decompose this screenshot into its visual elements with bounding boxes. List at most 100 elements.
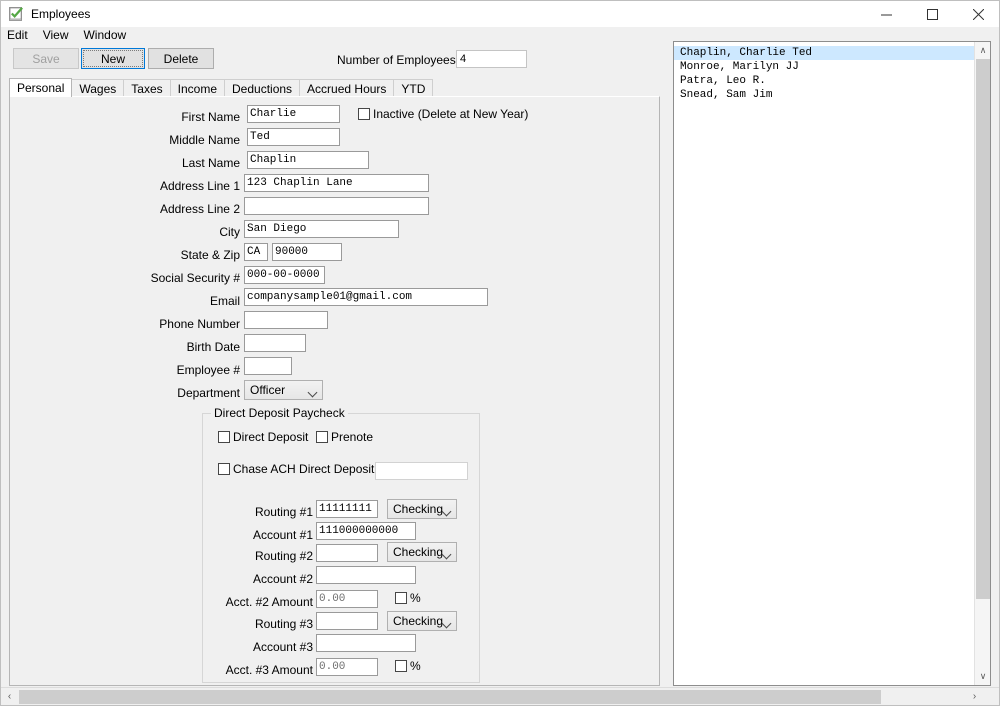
social-security-label: Social Security # [150, 271, 240, 285]
routing-1-label: Routing #1 [254, 505, 313, 519]
last-name-input[interactable]: Chaplin [247, 151, 369, 169]
birth-date-input[interactable] [244, 334, 306, 352]
prenote-checkbox[interactable]: Prenote [316, 430, 373, 444]
horizontal-scrollbar-thumb[interactable] [19, 690, 881, 704]
chase-ach-checkbox[interactable]: Chase ACH Direct Deposit [218, 462, 374, 476]
window-title: Employees [31, 7, 91, 21]
window-horizontal-scrollbar[interactable]: ‹ › [1, 687, 999, 705]
prenote-checkbox-box[interactable] [316, 431, 328, 443]
maximize-button[interactable] [909, 1, 955, 27]
direct-deposit-checkbox-box[interactable] [218, 431, 230, 443]
number-of-employees-input[interactable]: 4 [456, 50, 527, 68]
email-input[interactable]: companysample01@gmail.com [244, 288, 488, 306]
close-button[interactable] [955, 1, 999, 27]
window-controls [863, 1, 999, 27]
scroll-right-arrow-icon[interactable]: › [966, 688, 983, 705]
account-1-label: Account #1 [252, 528, 313, 542]
routing-2-input[interactable] [316, 544, 378, 562]
list-item[interactable]: Snead, Sam Jim [674, 88, 990, 102]
tab-accrued-hours[interactable]: Accrued Hours [299, 79, 395, 97]
acct-3-amount-label: Acct. #3 Amount [225, 663, 313, 677]
department-select[interactable]: Officer [244, 380, 323, 400]
resize-grip[interactable] [983, 688, 999, 705]
acct-2-amount-label: Acct. #2 Amount [225, 595, 313, 609]
delete-button[interactable]: Delete [148, 48, 214, 69]
tab-deductions[interactable]: Deductions [224, 79, 301, 97]
account-3-label: Account #3 [252, 640, 313, 654]
tab-ytd[interactable]: YTD [393, 79, 434, 97]
account-type-2-select[interactable]: Checking [387, 542, 457, 562]
tab-wages[interactable]: Wages [71, 79, 125, 97]
birth-date-label: Birth Date [186, 340, 240, 354]
menu-item-window[interactable]: Window [83, 27, 133, 44]
list-item[interactable]: Monroe, Marilyn JJ [674, 60, 990, 74]
first-name-input[interactable]: Charlie [247, 105, 340, 123]
inactive-checkbox-box[interactable] [358, 108, 370, 120]
tab-strip: Personal Wages Taxes Income Deductions A… [9, 78, 660, 97]
scroll-down-arrow-icon[interactable]: ∨ [975, 668, 990, 685]
scroll-left-arrow-icon[interactable]: ‹ [1, 688, 18, 705]
scroll-up-arrow-icon[interactable]: ∧ [975, 42, 990, 59]
address-line-1-input[interactable]: 123 Chaplin Lane [244, 174, 429, 192]
account-type-1-select[interactable]: Checking [387, 499, 457, 519]
acct-3-percent-checkbox-box[interactable] [395, 660, 407, 672]
account-2-input[interactable] [316, 566, 416, 584]
account-2-label: Account #2 [252, 572, 313, 586]
routing-3-input[interactable] [316, 612, 378, 630]
direct-deposit-group: Direct Deposit Paycheck Direct Deposit P… [202, 406, 480, 683]
state-zip-label: State & Zip [180, 248, 240, 262]
chase-ach-input[interactable] [375, 462, 468, 480]
employees-window: Employees Edit View Window Save New Dele… [0, 0, 1000, 706]
inactive-checkbox[interactable]: Inactive (Delete at New Year) [358, 107, 528, 121]
routing-1-input[interactable]: 11111111 [316, 500, 378, 518]
account-1-input[interactable]: 111000000000 [316, 522, 416, 540]
routing-3-label: Routing #3 [254, 617, 313, 631]
acct-2-percent-checkbox[interactable]: % [395, 591, 421, 605]
prenote-label: Prenote [331, 430, 374, 444]
acct-2-percent-checkbox-box[interactable] [395, 592, 407, 604]
chase-ach-label: Chase ACH Direct Deposit [233, 462, 375, 476]
middle-name-input[interactable]: Ted [247, 128, 340, 146]
account-type-3-select[interactable]: Checking [387, 611, 457, 631]
acct-2-amount-input[interactable]: 0.00 [316, 590, 378, 608]
city-input[interactable]: San Diego [244, 220, 399, 238]
department-label: Department [177, 386, 240, 400]
social-security-input[interactable]: 000-00-0000 [244, 266, 325, 284]
city-label: City [219, 225, 240, 239]
vertical-scrollbar-thumb[interactable] [976, 59, 990, 599]
employee-list-panel: Chaplin, Charlie Ted Monroe, Marilyn JJ … [673, 41, 991, 686]
save-button: Save [13, 48, 79, 69]
state-input[interactable]: CA [244, 243, 268, 261]
menu-item-view[interactable]: View [43, 27, 76, 44]
account-3-input[interactable] [316, 634, 416, 652]
employee-list-vertical-scrollbar[interactable]: ∧ ∨ [974, 42, 990, 685]
employee-number-input[interactable] [244, 357, 292, 375]
number-of-employees-label: Number of Employees: [337, 53, 460, 67]
list-item[interactable]: Chaplin, Charlie Ted [674, 46, 990, 60]
employee-number-label: Employee # [176, 363, 240, 377]
chase-ach-checkbox-box[interactable] [218, 463, 230, 475]
phone-number-input[interactable] [244, 311, 328, 329]
menu-item-edit[interactable]: Edit [7, 27, 35, 44]
direct-deposit-label: Direct Deposit [233, 430, 309, 444]
last-name-label: Last Name [181, 156, 240, 170]
minimize-button[interactable] [863, 1, 909, 27]
acct-3-percent-checkbox[interactable]: % [395, 659, 421, 673]
title-bar: Employees [1, 1, 999, 27]
first-name-label: First Name [181, 110, 240, 124]
address-line-2-input[interactable] [244, 197, 429, 215]
list-item[interactable]: Patra, Leo R. [674, 74, 990, 88]
tab-taxes[interactable]: Taxes [123, 79, 171, 97]
tab-income[interactable]: Income [169, 79, 225, 97]
acct-3-percent-label: % [410, 659, 421, 673]
acct-3-amount-input[interactable]: 0.00 [316, 658, 378, 676]
zip-input[interactable]: 90000 [272, 243, 342, 261]
clipboard-check-icon [8, 6, 24, 22]
direct-deposit-checkbox[interactable]: Direct Deposit [218, 430, 308, 444]
direct-deposit-group-title: Direct Deposit Paycheck [211, 406, 348, 420]
new-button[interactable]: New [81, 48, 145, 69]
address-line-1-label: Address Line 1 [159, 179, 240, 193]
email-label: Email [209, 294, 240, 308]
tab-personal[interactable]: Personal [9, 78, 73, 97]
routing-2-label: Routing #2 [254, 549, 313, 563]
